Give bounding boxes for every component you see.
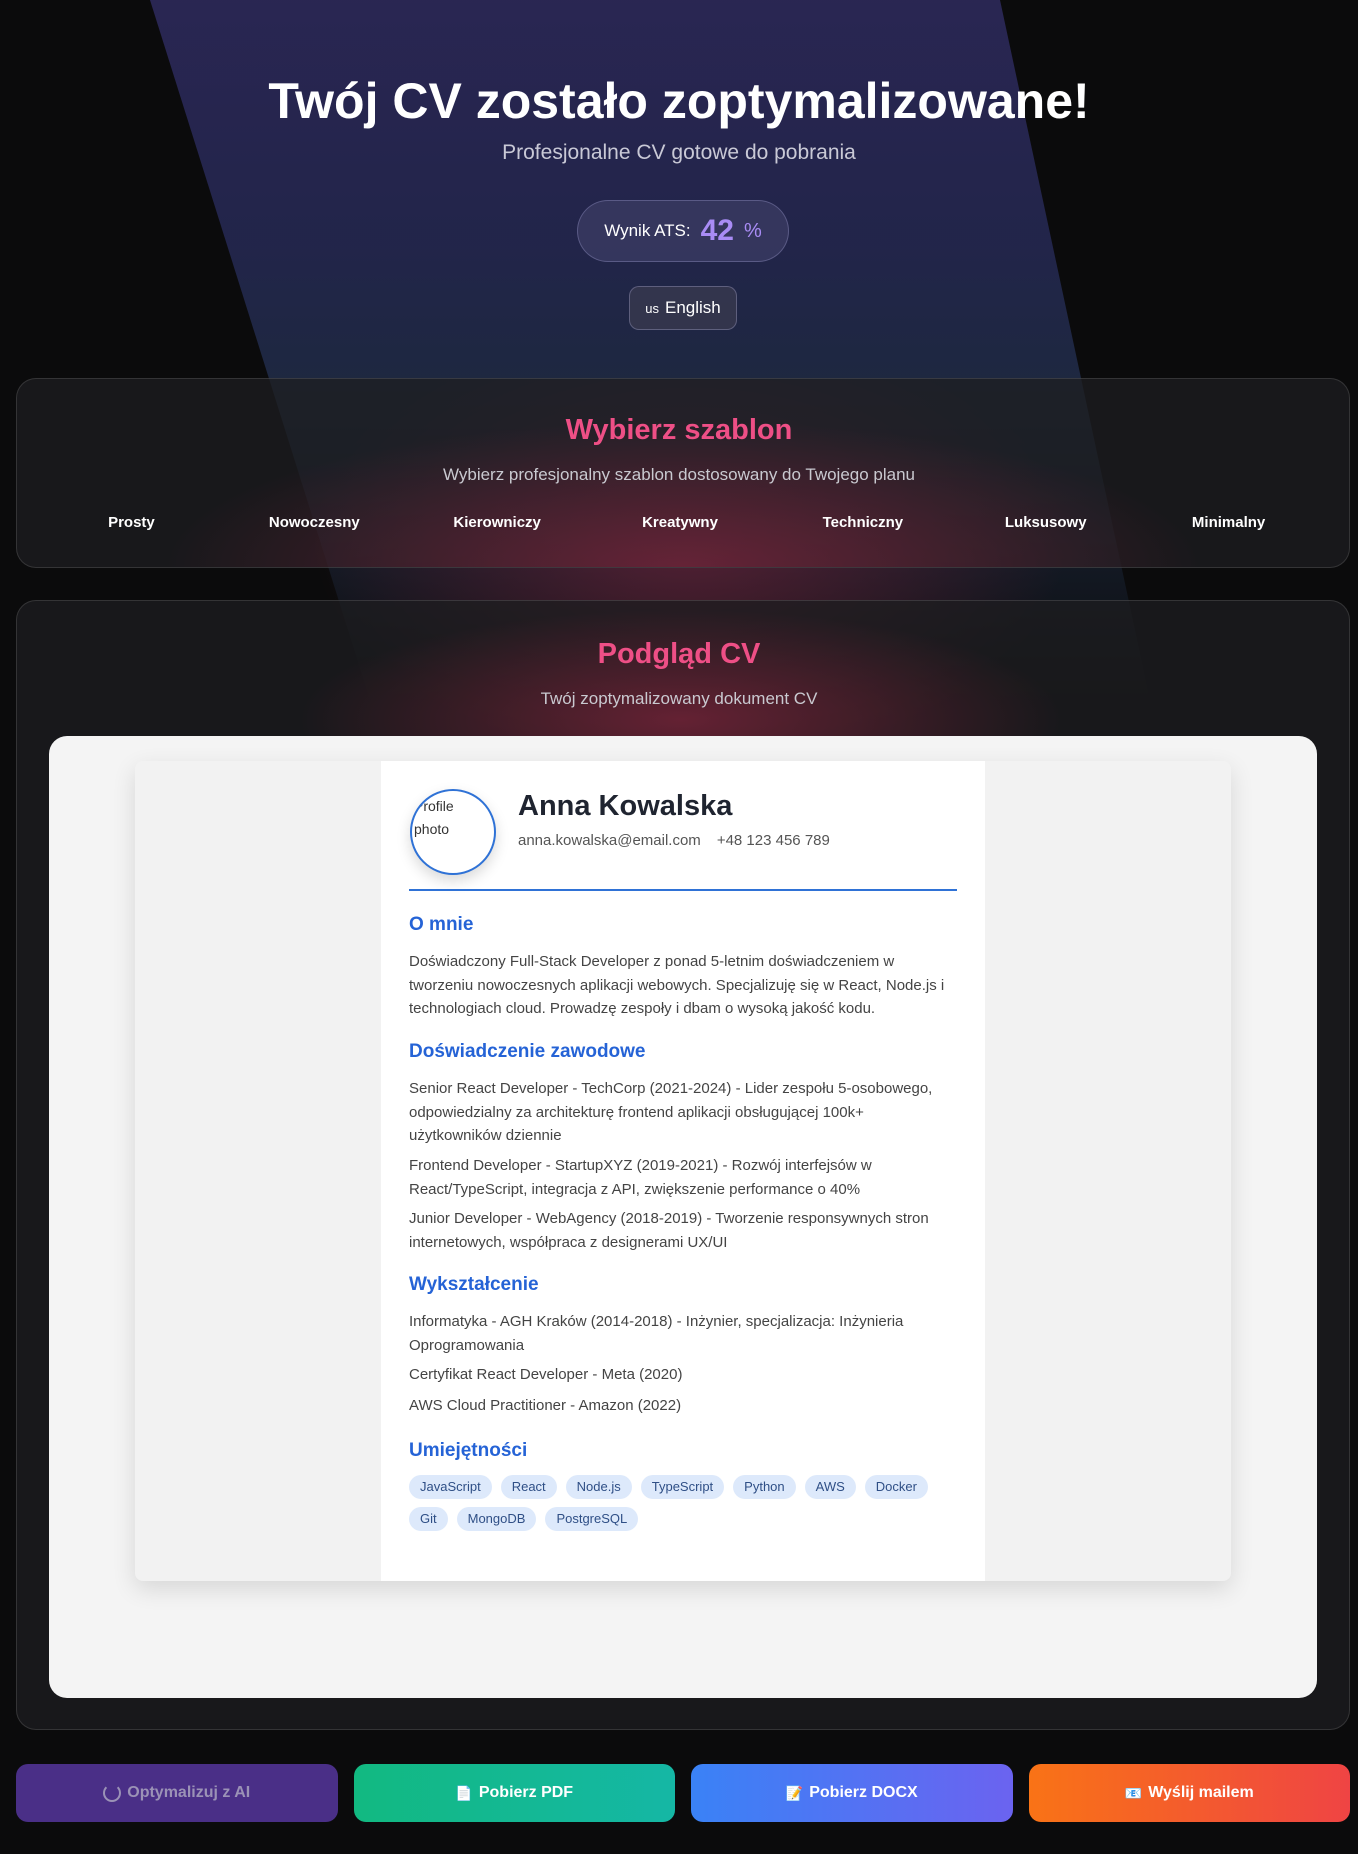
template-tab[interactable]: Luksusowy bbox=[954, 514, 1137, 531]
template-tab[interactable]: Nowoczesny bbox=[223, 514, 406, 531]
email-icon: 📧 bbox=[1124, 1784, 1143, 1801]
preview-title: Podgląd CV bbox=[597, 638, 761, 670]
template-tab[interactable]: Kreatywny bbox=[589, 514, 772, 531]
profile-photo-alt: Profile photo bbox=[414, 798, 454, 837]
template-tab[interactable]: Prosty bbox=[40, 514, 223, 531]
send-email-button[interactable]: 📧 Wyślij mailem bbox=[1028, 1764, 1350, 1822]
experience-item: Junior Developer - WebAgency (2018-2019)… bbox=[409, 1210, 929, 1251]
cv-name: Anna Kowalska bbox=[518, 790, 733, 822]
cv-email: anna.kowalska@email.com bbox=[518, 832, 701, 849]
section-title-skills: Umiejętności bbox=[409, 1440, 528, 1461]
send-email-label: Wyślij mailem bbox=[1148, 1784, 1254, 1801]
education-item: AWS Cloud Practitioner - Amazon (2022) bbox=[409, 1397, 682, 1414]
template-tabs: Prosty Nowoczesny Kierowniczy Kreatywny … bbox=[40, 514, 1320, 531]
skill-chip: MongoDB bbox=[456, 1507, 537, 1531]
skill-chip: Docker bbox=[864, 1475, 928, 1499]
download-pdf-button[interactable]: 📄 Pobierz PDF bbox=[353, 1764, 675, 1822]
page-subtitle: Profesjonalne CV gotowe do pobrania bbox=[502, 141, 856, 164]
document-icon: 📝 bbox=[785, 1784, 804, 1801]
profile-photo: Profile photo bbox=[410, 789, 496, 875]
language-label: English bbox=[664, 298, 721, 317]
document-icon: 📄 bbox=[455, 1784, 473, 1801]
preview-subtitle: Twój zoptymalizowany dokument CV bbox=[540, 689, 818, 708]
education-item: Certyfikat React Developer - Meta (2020) bbox=[409, 1366, 683, 1383]
optimize-ai-label: Optymalizuj z AI bbox=[127, 1784, 251, 1801]
template-title: Wybierz szablon bbox=[565, 414, 793, 446]
skill-chip: PostgreSQL bbox=[545, 1507, 639, 1531]
ats-unit: % bbox=[744, 219, 762, 242]
template-tab[interactable]: Minimalny bbox=[1137, 514, 1320, 531]
skill-chip: Git bbox=[409, 1507, 448, 1531]
experience-item: Senior React Developer - TechCorp (2021-… bbox=[409, 1080, 933, 1144]
page-title: Twój CV zostało zoptymalizowane! bbox=[268, 73, 1090, 129]
download-pdf-label: Pobierz PDF bbox=[478, 1784, 574, 1801]
action-bar: Optymalizuj z AI 📄 Pobierz PDF 📝 Pobierz… bbox=[16, 1764, 1350, 1822]
skill-chip: JavaScript bbox=[409, 1475, 492, 1499]
skill-chip: TypeScript bbox=[640, 1475, 725, 1499]
template-tab[interactable]: Techniczny bbox=[771, 514, 954, 531]
language-selector[interactable]: us English bbox=[629, 286, 737, 330]
template-subtitle: Wybierz profesjonalny szablon dostosowan… bbox=[442, 465, 916, 484]
template-tab[interactable]: Kierowniczy bbox=[406, 514, 589, 531]
skill-chip: Node.js bbox=[565, 1475, 632, 1499]
cv-divider bbox=[409, 889, 957, 891]
download-docx-button[interactable]: 📝 Pobierz DOCX bbox=[691, 1764, 1013, 1822]
ats-label: Wynik ATS: bbox=[604, 221, 691, 240]
ats-value: 42 bbox=[700, 214, 734, 247]
about-text: Doświadczony Full-Stack Developer z pona… bbox=[409, 953, 945, 1017]
cv-contact: anna.kowalska@email.com +48 123 456 789 bbox=[518, 832, 830, 849]
section-title-about: O mnie bbox=[409, 914, 474, 935]
download-docx-label: Pobierz DOCX bbox=[809, 1784, 918, 1801]
section-title-education: Wykształcenie bbox=[409, 1274, 539, 1295]
skill-chip: AWS bbox=[804, 1475, 856, 1499]
skills-list: JavaScript React Node.js TypeScript Pyth… bbox=[409, 1475, 954, 1531]
optimize-ai-button[interactable]: Optymalizuj z AI bbox=[16, 1764, 338, 1822]
us-flag-icon: us bbox=[645, 300, 659, 316]
cv-phone: +48 123 456 789 bbox=[716, 832, 830, 849]
education-item: Informatyka - AGH Kraków (2014-2018) - I… bbox=[409, 1313, 904, 1354]
spinner-icon bbox=[103, 1784, 122, 1802]
skill-chip: React bbox=[500, 1475, 557, 1499]
skill-chip: Python bbox=[733, 1475, 796, 1499]
ats-score-badge: Wynik ATS: 42 % bbox=[577, 200, 789, 262]
experience-item: Frontend Developer - StartupXYZ (2019-20… bbox=[409, 1157, 872, 1198]
section-title-experience: Doświadczenie zawodowe bbox=[409, 1041, 646, 1062]
